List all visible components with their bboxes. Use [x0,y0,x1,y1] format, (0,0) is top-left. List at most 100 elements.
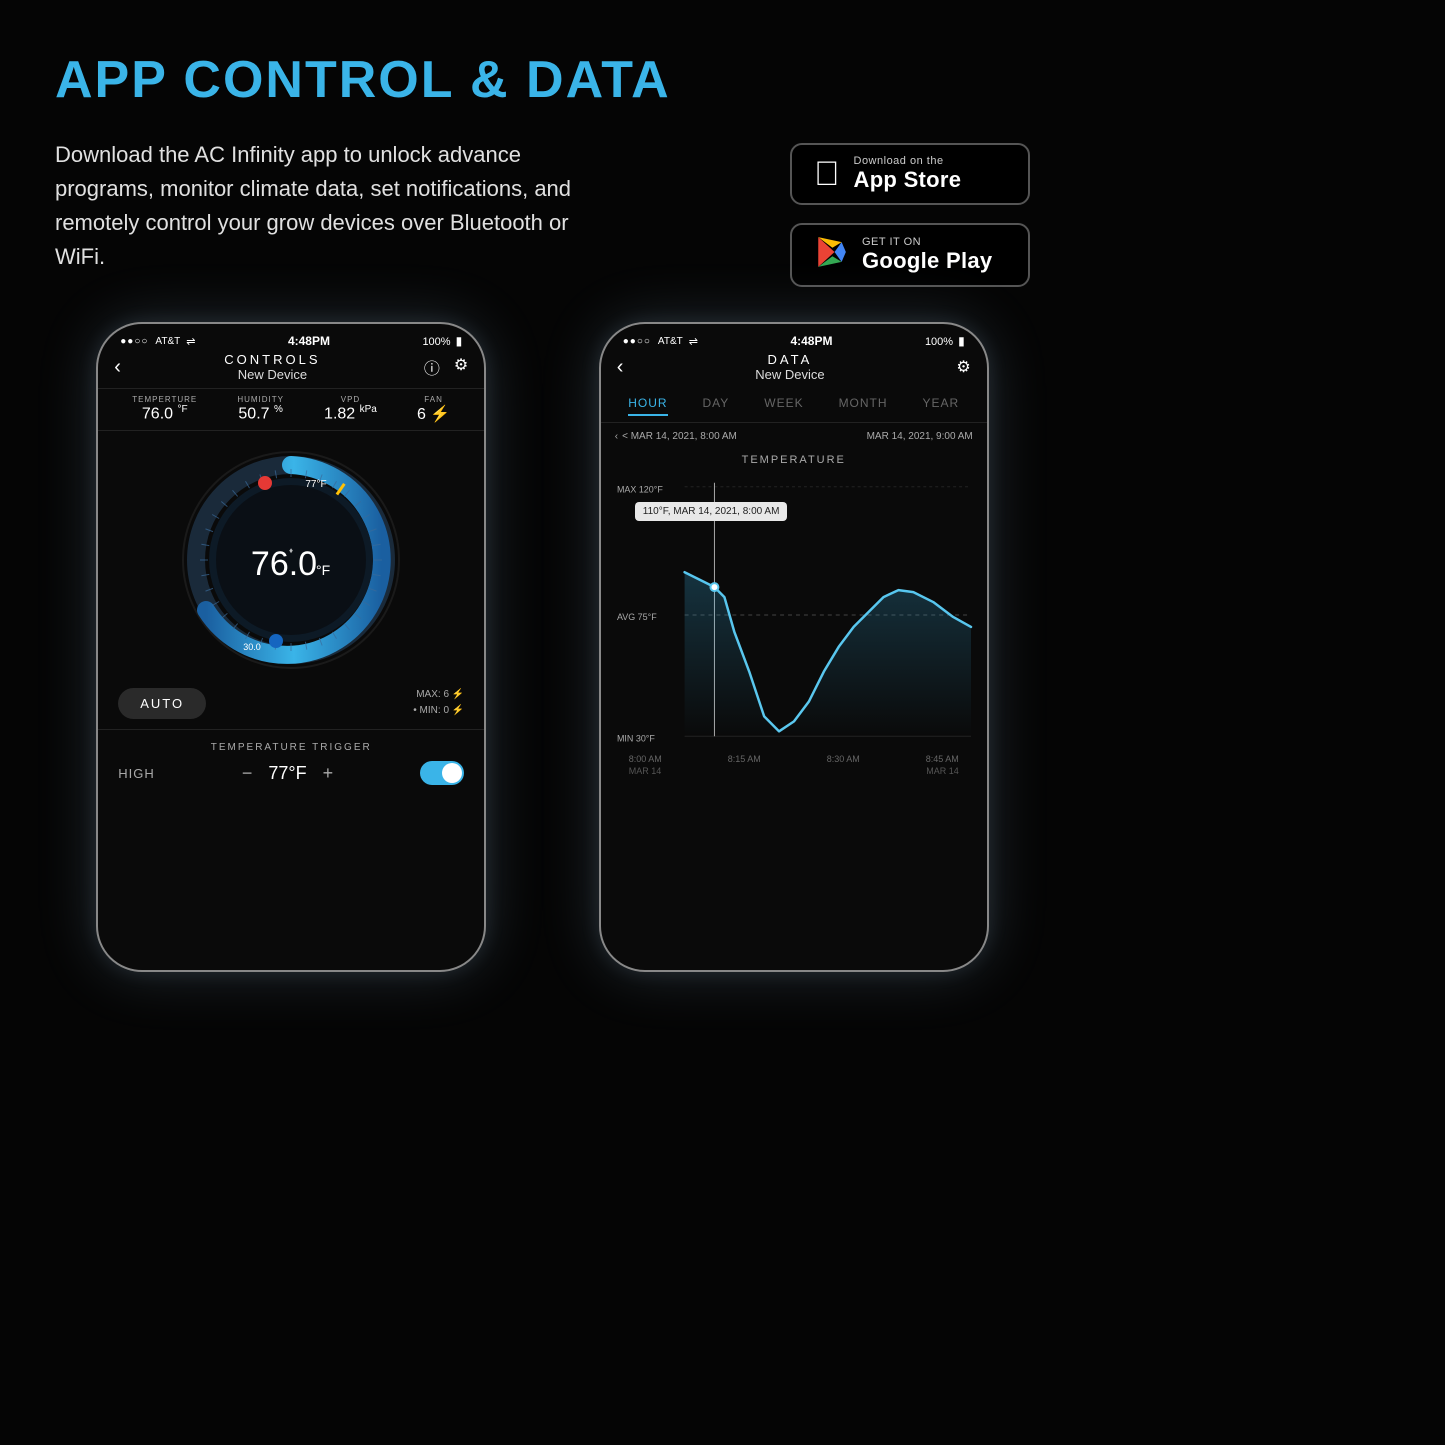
x-label-3: 8:30 AM [827,754,860,764]
controls-header: ‹ CONTROLS New Device ⓘ ⚙ [98,352,484,388]
data-subtitle: New Device [755,367,824,382]
google-play-large-text: Google Play [862,248,992,274]
chart-x-labels: 8:00 AM 8:15 AM 8:30 AM 8:45 AM [615,752,973,766]
metric-fan: FAN 6 ⚡ [417,395,450,424]
toggle-switch[interactable] [420,761,464,785]
toggle-knob [442,763,462,783]
google-play-text: GET IT ON Google Play [862,236,992,274]
x-label-4: 8:45 AM [926,754,959,764]
back-arrow-controls[interactable]: ‹ [114,356,121,379]
app-store-text: Download on the App Store [854,155,962,193]
carrier-text: AT&T [155,336,180,347]
chart-section: TEMPERATURE 110°F, MAR 14, 2021, 8:00 AM… [601,450,987,776]
tab-month[interactable]: MONTH [839,396,888,416]
google-play-small-text: GET IT ON [862,236,992,248]
status-bar-controls: ●●○○ AT&T ⇌ 4:48PM 100% ▮ [98,324,484,352]
info-icon[interactable]: ⓘ [424,355,440,379]
vpd-value: 1.82 kPa [324,404,377,423]
svg-text:77°F: 77°F [306,479,327,490]
battery-icon: ▮ [456,334,463,348]
tab-hour[interactable]: HOUR [628,396,667,416]
data-tabs: HOUR DAY WEEK MONTH YEAR [601,388,987,423]
trigger-value: 77°F [268,763,306,784]
max-min-info: MAX: 6 ⚡ • MIN: 0 ⚡ [413,687,464,719]
battery-percent-data: 100% [925,336,953,348]
header-icons-controls: ⓘ ⚙ [424,355,468,379]
controls-title: CONTROLS [224,352,320,367]
trigger-row: HIGH − 77°F + [118,761,464,785]
google-play-button[interactable]: GET IT ON Google Play [790,223,1030,287]
svg-text:MIN 30°F: MIN 30°F [617,733,655,743]
gauge-svg: 77°F 30.0 ♦ 76.0 °F [176,445,406,675]
settings-icon[interactable]: ⚙ [454,355,468,379]
header-icons-data: ⚙ [956,357,970,377]
gauge-container: 77°F 30.0 ♦ 76.0 °F [98,431,484,683]
trigger-plus-button[interactable]: + [323,763,334,784]
date-nav: ‹ < MAR 14, 2021, 8:00 AM MAR 14, 2021, … [601,423,987,450]
chart-tooltip: 110°F, MAR 14, 2021, 8:00 AM [635,502,788,521]
battery-percent: 100% [422,336,450,348]
chart-x-bottom: MAR 14 MAR 14 [615,766,973,776]
svg-text:°F: °F [316,562,330,578]
fan-label: FAN [417,395,450,404]
data-phone: ●●○○ AT&T ⇌ 4:48PM 100% ▮ ‹ DATA New Dev… [599,322,989,972]
x-date-1: MAR 14 [629,766,662,776]
max-text: MAX: 6 ⚡ [413,687,464,703]
carrier-data: AT&T [658,336,683,347]
humidity-label: HUMIDITY [237,395,284,404]
phones-container: ●●○○ AT&T ⇌ 4:48PM 100% ▮ ‹ CONTROLS New… [55,322,1030,972]
signal-dots-data: ●●○○ [623,336,651,347]
back-arrow-data[interactable]: ‹ [617,356,624,379]
data-header-row: ‹ DATA New Device ⚙ [601,352,987,382]
tab-year[interactable]: YEAR [923,396,960,416]
page-title: APP CONTROL & DATA [55,50,1030,110]
battery-data: 100% ▮ [925,334,965,348]
metric-vpd: VPD 1.82 kPa [324,395,377,424]
app-store-small-text: Download on the [854,155,962,167]
auto-button[interactable]: AUTO [118,688,206,719]
top-section: Download the AC Infinity app to unlock a… [55,138,1030,287]
description-text: Download the AC Infinity app to unlock a… [55,138,605,274]
data-title: DATA [755,352,824,367]
date-nav-left[interactable]: ‹ < MAR 14, 2021, 8:00 AM [615,431,737,442]
controls-subtitle: New Device [224,367,320,382]
settings-icon-data[interactable]: ⚙ [956,357,970,377]
apple-icon:  [814,157,840,191]
controls-phone: ●●○○ AT&T ⇌ 4:48PM 100% ▮ ‹ CONTROLS New… [96,322,486,972]
data-header: ‹ DATA New Device ⚙ [601,352,987,388]
metric-humidity: HUMIDITY 50.7 % [237,395,284,424]
temp-value: 76.0 °F [132,404,197,423]
chart-area: 110°F, MAR 14, 2021, 8:00 AM MAX 120°F A… [615,472,973,752]
svg-text:AVG 75°F: AVG 75°F [617,612,657,622]
app-store-button[interactable]:  Download on the App Store [790,143,1030,205]
metric-temperature: TEMPERTURE 76.0 °F [132,395,197,424]
trigger-section: TEMPERATURE TRIGGER HIGH − 77°F + [98,729,484,785]
time-controls: 4:48PM [288,334,330,348]
main-container: APP CONTROL & DATA Download the AC Infin… [0,0,1085,1085]
trigger-minus-button[interactable]: − [242,763,253,784]
store-buttons:  Download on the App Store GE [790,143,1030,287]
status-left-data: ●●○○ AT&T ⇌ [623,335,698,348]
tab-week[interactable]: WEEK [764,396,803,416]
date-prev-arrow: ‹ [615,431,618,442]
x-date-4: MAR 14 [926,766,959,776]
fan-value: 6 ⚡ [417,404,450,424]
date-start: < MAR 14, 2021, 8:00 AM [622,431,737,442]
date-end: MAR 14, 2021, 9:00 AM [867,431,973,442]
time-data: 4:48PM [790,334,832,348]
vpd-label: VPD [324,395,377,404]
status-left-controls: ●●○○ AT&T ⇌ [120,335,195,348]
trigger-controls: − 77°F + [242,763,333,784]
wifi-icon-data: ⇌ [689,335,698,348]
google-play-icon [814,235,848,275]
controls-header-row: ‹ CONTROLS New Device ⓘ ⚙ [98,352,484,382]
x-label-1: 8:00 AM [629,754,662,764]
x-label-2: 8:15 AM [728,754,761,764]
status-bar-data: ●●○○ AT&T ⇌ 4:48PM 100% ▮ [601,324,987,352]
battery-controls: 100% ▮ [422,334,462,348]
humidity-value: 50.7 % [237,404,284,423]
temp-label: TEMPERTURE [132,395,197,404]
tab-day[interactable]: DAY [703,396,730,416]
trigger-title: TEMPERATURE TRIGGER [118,742,464,753]
metrics-row: TEMPERTURE 76.0 °F HUMIDITY 50.7 % VPD 1… [98,388,484,431]
